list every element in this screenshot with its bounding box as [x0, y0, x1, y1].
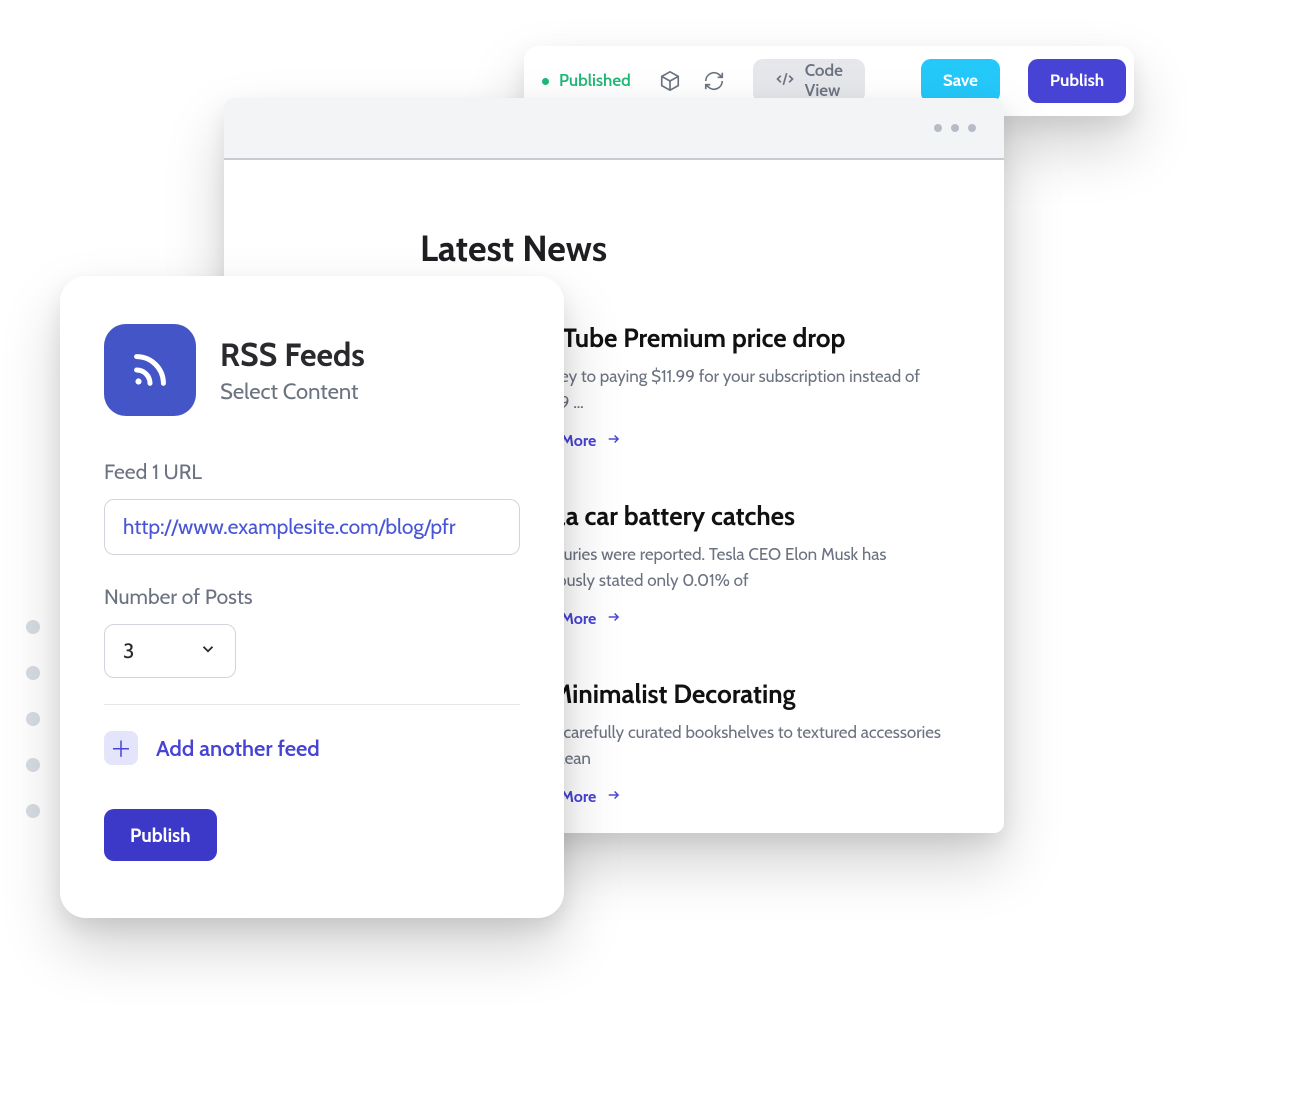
arrow-right-icon [606, 431, 622, 450]
arrow-right-icon [606, 787, 622, 806]
article-excerpt: No injuries were reported. Tesla CEO Elo… [522, 542, 960, 595]
article-title: Tesla car battery catches [522, 500, 960, 532]
card-title: RSS Feeds [220, 335, 365, 374]
window-dot-icon [968, 124, 976, 132]
status-dot-icon [542, 78, 549, 85]
refresh-icon[interactable] [703, 70, 725, 92]
save-button[interactable]: Save [921, 59, 1000, 103]
add-feed-button[interactable]: ＋ Add another feed [104, 731, 520, 765]
plus-icon: ＋ [104, 731, 138, 765]
publish-button[interactable]: Publish [1028, 59, 1126, 103]
code-view-toggle[interactable]: Code View [753, 59, 865, 103]
status-label: Published [559, 71, 631, 91]
posts-count-label: Number of Posts [104, 585, 520, 610]
article-excerpt: From carefully curated bookshelves to te… [522, 720, 960, 773]
posts-count-select[interactable]: 3 [104, 624, 236, 678]
add-feed-label: Add another feed [156, 735, 320, 762]
window-dot-icon [934, 124, 942, 132]
feed-url-input[interactable] [104, 499, 520, 555]
article-title: YouTube Premium price drop [522, 322, 960, 354]
code-icon [775, 69, 795, 94]
article-title: 17 Minimalist Decorating [522, 678, 960, 710]
feed-url-label: Feed 1 URL [104, 460, 520, 485]
window-titlebar [224, 98, 1004, 160]
card-publish-button[interactable]: Publish [104, 809, 217, 861]
package-icon[interactable] [659, 70, 681, 92]
article-excerpt: The key to paying $11.99 for your subscr… [522, 364, 960, 417]
arrow-right-icon [606, 609, 622, 628]
code-view-label: Code View [805, 61, 843, 101]
window-dot-icon [951, 124, 959, 132]
divider [104, 704, 520, 705]
rss-settings-card: RSS Feeds Select Content Feed 1 URL Numb… [60, 276, 564, 918]
publish-status: Published [542, 71, 631, 91]
decorative-dots [26, 620, 40, 818]
chevron-down-icon [199, 639, 217, 664]
rss-icon [104, 324, 196, 416]
preview-heading: Latest News [420, 226, 960, 270]
posts-count-value: 3 [123, 639, 134, 664]
card-subtitle: Select Content [220, 378, 365, 405]
